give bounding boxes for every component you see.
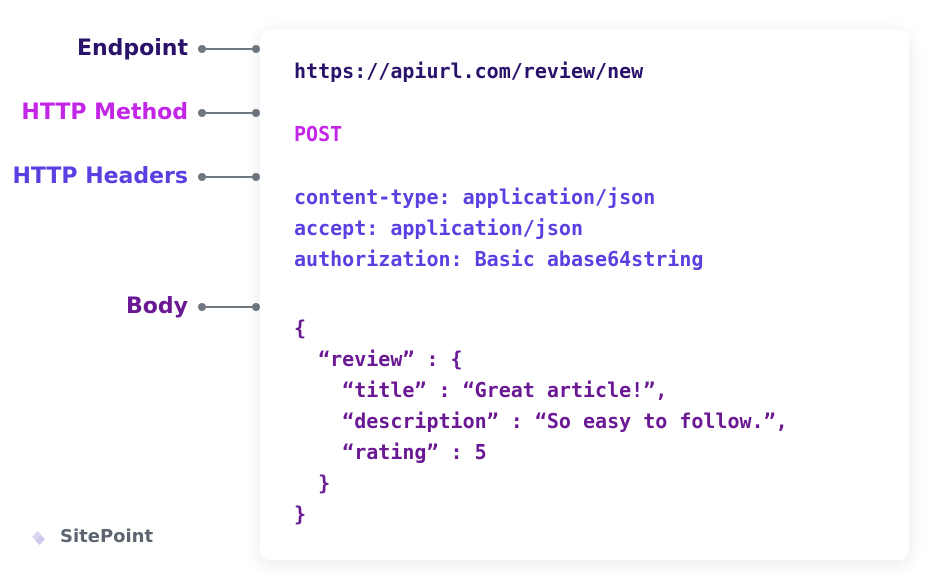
footer-brand: SitePoint: [24, 523, 153, 549]
request-endpoint: https://apiurl.com/review/new: [294, 56, 879, 87]
label-headers-text: HTTP Headers: [12, 164, 188, 189]
diagram-wrap: Endpoint HTTP Method HTTP Headers Body h: [60, 30, 909, 560]
label-headers: HTTP Headers: [12, 164, 260, 189]
request-card: https://apiurl.com/review/new POST conte…: [260, 30, 909, 560]
request-body: { “review” : { “title” : “Great article!…: [294, 313, 879, 530]
sitepoint-logo-icon: [24, 523, 50, 549]
connector-icon: [198, 303, 260, 311]
header-line: accept: application/json: [294, 213, 879, 244]
label-body-text: Body: [126, 294, 188, 319]
request-headers: content-type: application/json accept: a…: [294, 182, 879, 275]
label-body: Body: [126, 294, 260, 319]
connector-icon: [198, 173, 260, 181]
label-method: HTTP Method: [21, 100, 260, 125]
connector-icon: [198, 45, 260, 53]
label-method-text: HTTP Method: [21, 100, 188, 125]
label-endpoint: Endpoint: [77, 36, 260, 61]
header-line: authorization: Basic abase64string: [294, 244, 879, 275]
labels-column: Endpoint HTTP Method HTTP Headers Body: [60, 30, 260, 560]
label-endpoint-text: Endpoint: [77, 36, 188, 61]
connector-icon: [198, 109, 260, 117]
request-method: POST: [294, 119, 879, 150]
header-line: content-type: application/json: [294, 182, 879, 213]
footer-brand-text: SitePoint: [60, 526, 153, 547]
